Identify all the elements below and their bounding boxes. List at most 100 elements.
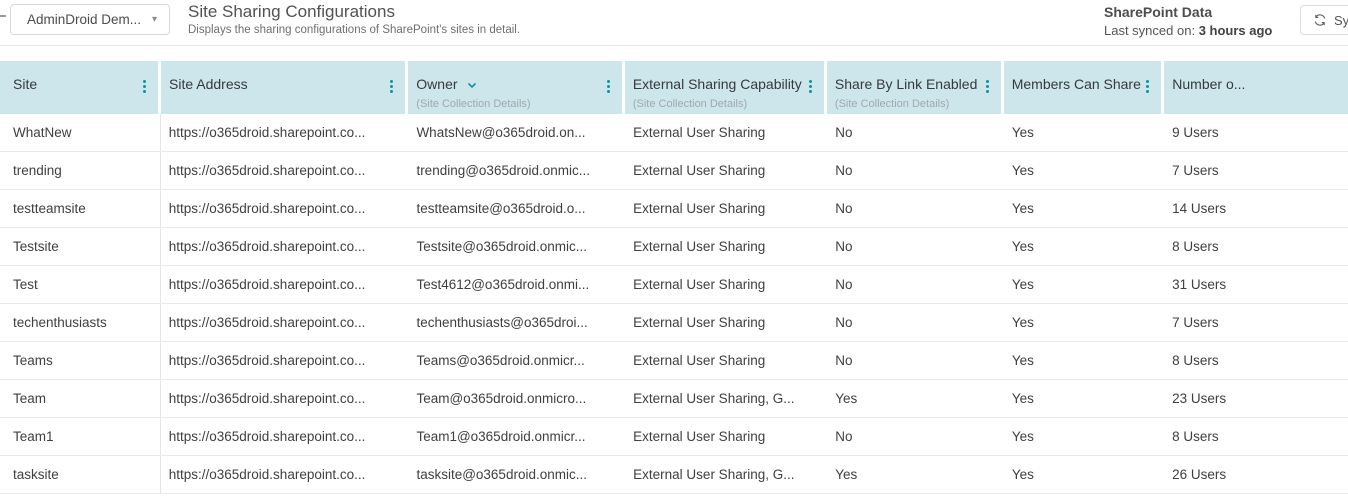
cell-site: tasksite (0, 456, 161, 493)
cell-share-by-link-enabled: No (835, 163, 853, 178)
table-row[interactable]: testteamsite https://o365droid.sharepoint… (0, 190, 1348, 228)
column-header-label: Site Address (169, 76, 248, 92)
tenant-dropdown[interactable]: AdminDroid Dem... ▾ (10, 4, 170, 35)
table-header-row: Site Site Address Owner (Site Collection De… (0, 61, 1348, 114)
column-header-site-address[interactable]: Site Address (161, 61, 406, 114)
cell-number-o: 14 Users (1172, 201, 1227, 216)
cell-number-o: 23 Users (1172, 391, 1227, 406)
cell-owner: Team1@o365droid.onmicr... (416, 429, 586, 444)
cell-site-address: https://o365droid.sharepoint.co... (168, 467, 366, 482)
cell-number-o: 7 Users (1172, 163, 1219, 178)
table-row[interactable]: trending https://o365droid.sharepoint.co.… (0, 152, 1348, 190)
cell-number-o: 7 Users (1172, 315, 1219, 330)
cell-share-by-link-enabled: No (835, 315, 853, 330)
table-row[interactable]: Team https://o365droid.sharepoint.co... Te… (0, 380, 1348, 418)
cell-site: Teams (0, 342, 161, 379)
column-header-site[interactable]: Site (0, 61, 159, 114)
column-header-sublabel: (Site Collection Details) (632, 98, 748, 110)
cell-owner: Team@o365droid.onmicro... (416, 391, 587, 406)
page-header: Site Sharing Configurations Displays the… (188, 1, 520, 36)
cell-number-o: 31 Users (1172, 277, 1227, 292)
table-row[interactable]: tasksite https://o365droid.sharepoint.co.… (0, 456, 1348, 494)
table-row[interactable]: Teams https://o365droid.sharepoint.co... T… (0, 342, 1348, 380)
column-header-label: Number o... (1172, 76, 1246, 92)
cell-share-by-link-enabled: Yes (835, 467, 858, 482)
cell-site-address: https://o365droid.sharepoint.co... (168, 239, 366, 254)
table-row[interactable]: WhatNew https://o365droid.sharepoint.co..… (0, 114, 1348, 152)
cell-site-address: https://o365droid.sharepoint.co... (168, 353, 366, 368)
cell-share-by-link-enabled: No (835, 353, 853, 368)
cell-owner: tasksite@o365droid.onmic... (416, 467, 587, 482)
sync-icon (1313, 13, 1327, 27)
page-title: Site Sharing Configurations (188, 2, 395, 21)
cell-owner: Teams@o365droid.onmicr... (416, 353, 585, 368)
column-header-label: Owner (416, 76, 458, 92)
sort-indicator-icon (467, 76, 477, 94)
column-header-external-sharing-capability[interactable]: External Sharing Capability (Site Collect… (624, 61, 824, 114)
column-menu-icon[interactable] (605, 78, 612, 95)
table-row[interactable]: Test https://o365droid.sharepoint.co... Te… (0, 266, 1348, 304)
cell-number-o: 8 Users (1172, 353, 1219, 368)
column-header-number-o[interactable]: Number o... (1164, 61, 1348, 114)
cell-site-address: https://o365droid.sharepoint.co... (168, 163, 366, 178)
table-row[interactable]: Testsite https://o365droid.sharepoint.co.… (0, 228, 1348, 266)
data-source-name: SharePoint Data (1104, 4, 1213, 20)
cell-members-can-share: Yes (1011, 239, 1034, 254)
cell-members-can-share: Yes (1011, 163, 1034, 178)
cell-site-address: https://o365droid.sharepoint.co... (168, 277, 366, 292)
column-menu-icon[interactable] (1144, 78, 1151, 95)
cell-members-can-share: Yes (1011, 391, 1034, 406)
column-menu-icon[interactable] (984, 78, 991, 95)
cell-members-can-share: Yes (1011, 277, 1034, 292)
cell-share-by-link-enabled: Yes (835, 391, 858, 406)
cell-external-sharing-capability: External User Sharing (633, 429, 766, 444)
column-header-label: Members Can Share (1011, 76, 1141, 92)
cell-owner: Test4612@o365droid.onmi... (416, 277, 590, 292)
column-menu-icon[interactable] (807, 78, 814, 95)
last-synced-value: 3 hours ago (1198, 23, 1273, 38)
column-header-share-by-link-enabled[interactable]: Share By Link Enabled (Site Collection De… (826, 61, 1001, 114)
cell-owner: techenthusiasts@o365droi... (416, 315, 588, 330)
cell-external-sharing-capability: External User Sharing (633, 277, 766, 292)
cell-number-o: 8 Users (1172, 239, 1219, 254)
cell-share-by-link-enabled: No (835, 239, 853, 254)
column-header-owner[interactable]: Owner (Site Collection Details) (408, 61, 622, 114)
cell-members-can-share: Yes (1011, 201, 1034, 216)
cell-site: WhatNew (0, 114, 161, 151)
cell-site-address: https://o365droid.sharepoint.co... (168, 125, 366, 140)
tenant-dropdown-label: AdminDroid Dem... (27, 12, 142, 27)
cell-external-sharing-capability: External User Sharing, G... (633, 391, 795, 406)
cell-site: Team (0, 380, 161, 417)
cell-members-can-share: Yes (1011, 125, 1034, 140)
cell-site: testteamsite (0, 190, 161, 227)
cell-owner: testteamsite@o365droid.o... (416, 201, 586, 216)
cell-members-can-share: Yes (1011, 315, 1034, 330)
column-header-sublabel: (Site Collection Details) (834, 98, 950, 110)
cell-owner: WhatsNew@o365droid.on... (416, 125, 586, 140)
column-header-label: Share By Link Enabled (834, 76, 978, 92)
column-menu-icon[interactable] (141, 78, 148, 95)
column-header-members-can-share[interactable]: Members Can Share (1003, 61, 1162, 114)
cell-members-can-share: Yes (1011, 353, 1034, 368)
cell-external-sharing-capability: External User Sharing (633, 315, 766, 330)
cell-share-by-link-enabled: No (835, 277, 853, 292)
cell-site-address: https://o365droid.sharepoint.co... (168, 391, 366, 406)
cell-share-by-link-enabled: No (835, 125, 853, 140)
cell-owner: trending@o365droid.onmic... (416, 163, 590, 178)
cell-owner: Testsite@o365droid.onmic... (416, 239, 587, 254)
column-header-label: Site (13, 76, 38, 92)
table-row[interactable]: Team1 https://o365droid.sharepoint.co... T… (0, 418, 1348, 456)
cell-number-o: 26 Users (1172, 467, 1227, 482)
cell-site: Testsite (0, 228, 161, 265)
cell-external-sharing-capability: External User Sharing (633, 239, 766, 254)
cell-site-address: https://o365droid.sharepoint.co... (168, 315, 366, 330)
column-header-sublabel: (Site Collection Details) (416, 98, 531, 110)
cell-number-o: 9 Users (1172, 125, 1219, 140)
cell-external-sharing-capability: External User Sharing, G... (633, 467, 795, 482)
table-row[interactable]: techenthusiasts https://o365droid.sharepo… (0, 304, 1348, 342)
chevron-down-icon: ▾ (151, 14, 157, 25)
column-menu-icon[interactable] (388, 78, 395, 95)
cell-site-address: https://o365droid.sharepoint.co... (168, 201, 366, 216)
sync-button[interactable]: Sync (1300, 5, 1348, 35)
page-subtitle: Displays the sharing configurations of S… (188, 24, 521, 36)
